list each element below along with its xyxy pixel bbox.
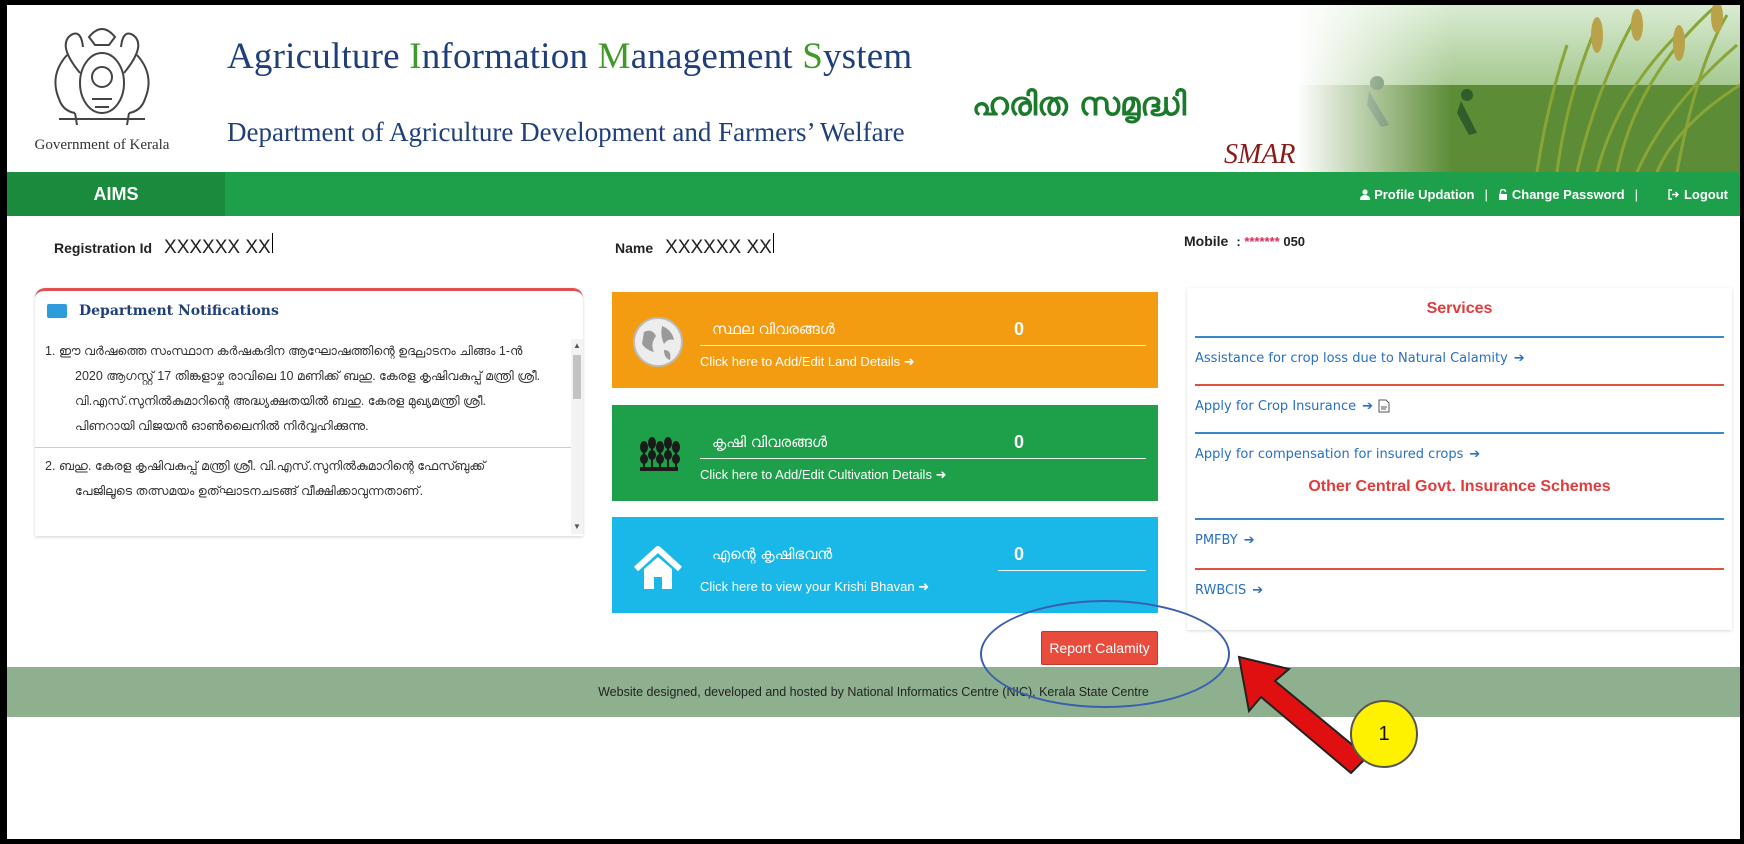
profile-updation-label: Profile Updation bbox=[1374, 186, 1475, 202]
service-crop-loss-assistance[interactable]: Assistance for crop loss due to Natural … bbox=[1195, 336, 1724, 378]
registration-label: Registration Id bbox=[54, 240, 153, 256]
krishi-bhavan-card-count: 0 bbox=[1014, 544, 1025, 564]
krishi-bhavan-card-title: എന്റെ കൃഷിഭവൻ bbox=[712, 545, 833, 563]
change-password-label: Change Password bbox=[1511, 186, 1625, 202]
notification-icon bbox=[47, 304, 67, 318]
other-schemes-title: Other Central Govt. Insurance Schemes bbox=[1308, 478, 1611, 495]
registration-id-field: Registration Id XXXXXX XX bbox=[54, 233, 273, 259]
notification-line: പേജിലൂടെ തത്സമയം ഉത്ഘാടനചടങ്ങ് വീക്ഷിക്ക… bbox=[75, 484, 424, 498]
arrow-right-icon: ➔ bbox=[1243, 532, 1255, 548]
notification-line: 2. ബഹു. കേരള കൃഷിവകുപ്പ് മന്ത്രി ശ്രീ. വ… bbox=[45, 459, 486, 473]
text-cursor bbox=[772, 233, 774, 253]
user-icon bbox=[1360, 188, 1371, 200]
service-insured-crops-compensation[interactable]: Apply for compensation for insured crops… bbox=[1195, 432, 1724, 474]
cultivation-details-link[interactable]: Click here to Add/Edit Cultivation Detai… bbox=[700, 467, 946, 483]
footer: Website designed, developed and hosted b… bbox=[7, 667, 1740, 717]
navbar: AIMS Profile Updation | Change Password … bbox=[7, 172, 1740, 216]
mobile-label: Mobile bbox=[1184, 233, 1229, 249]
farm-banner-image bbox=[1297, 5, 1740, 172]
app-title: Agriculture Information Management Syste… bbox=[227, 36, 913, 77]
arrow-right-icon: ➔ bbox=[1469, 446, 1481, 462]
notifications-scrollbar[interactable]: ▲ ▼ bbox=[571, 339, 583, 534]
screen: Government of Kerala Agriculture Informa… bbox=[7, 5, 1740, 839]
logout-label: Logout bbox=[1683, 186, 1728, 202]
home-icon bbox=[633, 546, 683, 589]
text-cursor bbox=[271, 233, 273, 253]
arrow-right-icon: ➔ bbox=[1252, 582, 1264, 598]
lock-icon bbox=[1498, 188, 1507, 200]
scroll-down-icon[interactable]: ▼ bbox=[573, 522, 581, 532]
nav-links: Profile Updation | Change Password | Log… bbox=[1360, 172, 1728, 216]
arrow-right-icon: ➔ bbox=[1513, 350, 1525, 366]
department-title: Department of Agriculture Development an… bbox=[227, 117, 905, 147]
crop-icon bbox=[640, 437, 680, 471]
government-caption: Government of Kerala bbox=[34, 137, 170, 153]
land-card-count: 0 bbox=[1014, 319, 1025, 339]
profile-updation-link[interactable]: Profile Updation bbox=[1360, 187, 1474, 202]
mobile-mask: ******* bbox=[1244, 234, 1280, 249]
nav-separator: | bbox=[1484, 186, 1488, 202]
logout-link[interactable]: Logout bbox=[1668, 187, 1728, 202]
krishi-bhavan-card[interactable]: എന്റെ കൃഷിഭവൻ 0 Click here to view your … bbox=[612, 517, 1158, 613]
name-value: XXXXXX XX bbox=[665, 237, 772, 258]
cultivation-card-title: കൃഷി വിവരങ്ങൾ bbox=[712, 433, 828, 451]
services-panel: Services Assistance for crop loss due to… bbox=[1187, 288, 1732, 630]
logout-icon bbox=[1668, 188, 1679, 200]
card-divider bbox=[700, 345, 1146, 346]
notifications-heading: Department Notifications bbox=[47, 303, 279, 319]
mobile-value: : ******* 050 bbox=[1236, 234, 1306, 249]
notification-line: 2020 ആഗസ്റ്റ് 17 തിങ്കളാഴ്ച രാവിലെ 10 മണ… bbox=[75, 369, 541, 383]
notifications-list[interactable]: 1. ഈ വർഷത്തെ സംസ്ഥാന കർഷകദിന ആഘോഷത്തിന്റ… bbox=[35, 339, 571, 534]
notification-line: വി.എസ്.സുനിൽകുമാറിന്റെ അദ്ധ്യക്ഷതയിൽ ബഹു… bbox=[75, 394, 486, 408]
krishi-bhavan-link[interactable]: Click here to view your Krishi Bhavan ➜ bbox=[700, 579, 929, 595]
mobile-field: Mobile : ******* 050 bbox=[1184, 233, 1305, 249]
notification-line: പിണറായി വിജയൻ ഓൺലൈനിൽ നിർവ്വഹിക്കുന്നു. bbox=[75, 419, 369, 433]
nav-brand[interactable]: AIMS bbox=[7, 172, 225, 216]
notification-item: 1. ഈ വർഷത്തെ സംസ്ഥാന കർഷകദിന ആഘോഷത്തിന്റ… bbox=[35, 339, 571, 439]
service-pmfby[interactable]: PMFBY ➔ bbox=[1195, 518, 1724, 560]
change-password-link[interactable]: Change Password bbox=[1498, 187, 1625, 202]
name-label: Name bbox=[615, 240, 654, 256]
name-field: Name XXXXXX XX bbox=[615, 233, 774, 259]
card-divider bbox=[998, 570, 1146, 571]
card-divider bbox=[700, 458, 1146, 459]
header: Government of Kerala Agriculture Informa… bbox=[7, 5, 1740, 172]
annotation-step-marker: 1 bbox=[1350, 700, 1418, 768]
land-card-title: സ്ഥല വിവരങ്ങൾ bbox=[712, 320, 835, 338]
scrollbar-thumb[interactable] bbox=[573, 355, 581, 399]
pdf-icon bbox=[1378, 399, 1390, 413]
nav-separator: | bbox=[1634, 186, 1638, 202]
service-apply-crop-insurance[interactable]: Apply for Crop Insurance ➔ bbox=[1195, 384, 1724, 426]
services-title: Services bbox=[1426, 300, 1493, 317]
highlight-ellipse bbox=[980, 600, 1230, 708]
land-details-link[interactable]: Click here to Add/Edit Land Details ➜ bbox=[700, 354, 915, 370]
registration-value: XXXXXX XX bbox=[164, 237, 271, 258]
circle-arrow-icon: ➜ bbox=[903, 354, 915, 369]
cultivation-details-card[interactable]: കൃഷി വിവരങ്ങൾ 0 Click here to Add/Edit C… bbox=[612, 405, 1158, 501]
emblem-icon bbox=[54, 28, 150, 126]
notification-line: 1. ഈ വർഷത്തെ സംസ്ഥാന കർഷകദിന ആഘോഷത്തിന്റ… bbox=[45, 344, 523, 358]
service-rwbcis[interactable]: RWBCIS ➔ bbox=[1195, 568, 1724, 610]
circle-arrow-icon: ➜ bbox=[935, 467, 947, 482]
notification-item: 2. ബഹു. കേരള കൃഷിവകുപ്പ് മന്ത്രി ശ്രീ. വ… bbox=[35, 447, 571, 504]
arrow-right-icon: ➔ bbox=[1362, 398, 1374, 414]
department-notifications-panel: Department Notifications 1. ഈ വർഷത്തെ സം… bbox=[35, 288, 583, 536]
circle-arrow-icon: ➜ bbox=[918, 579, 930, 594]
brand-malayalam: ഹരിത സമൃദ്ധി bbox=[972, 85, 1187, 123]
globe-icon bbox=[633, 317, 683, 367]
notifications-title: Department Notifications bbox=[79, 303, 279, 319]
land-details-card[interactable]: സ്ഥല വിവരങ്ങൾ 0 Click here to Add/Edit L… bbox=[612, 292, 1158, 388]
scroll-up-icon[interactable]: ▲ bbox=[573, 341, 581, 351]
mobile-tail: 050 bbox=[1279, 234, 1306, 249]
cultivation-card-count: 0 bbox=[1014, 432, 1025, 452]
